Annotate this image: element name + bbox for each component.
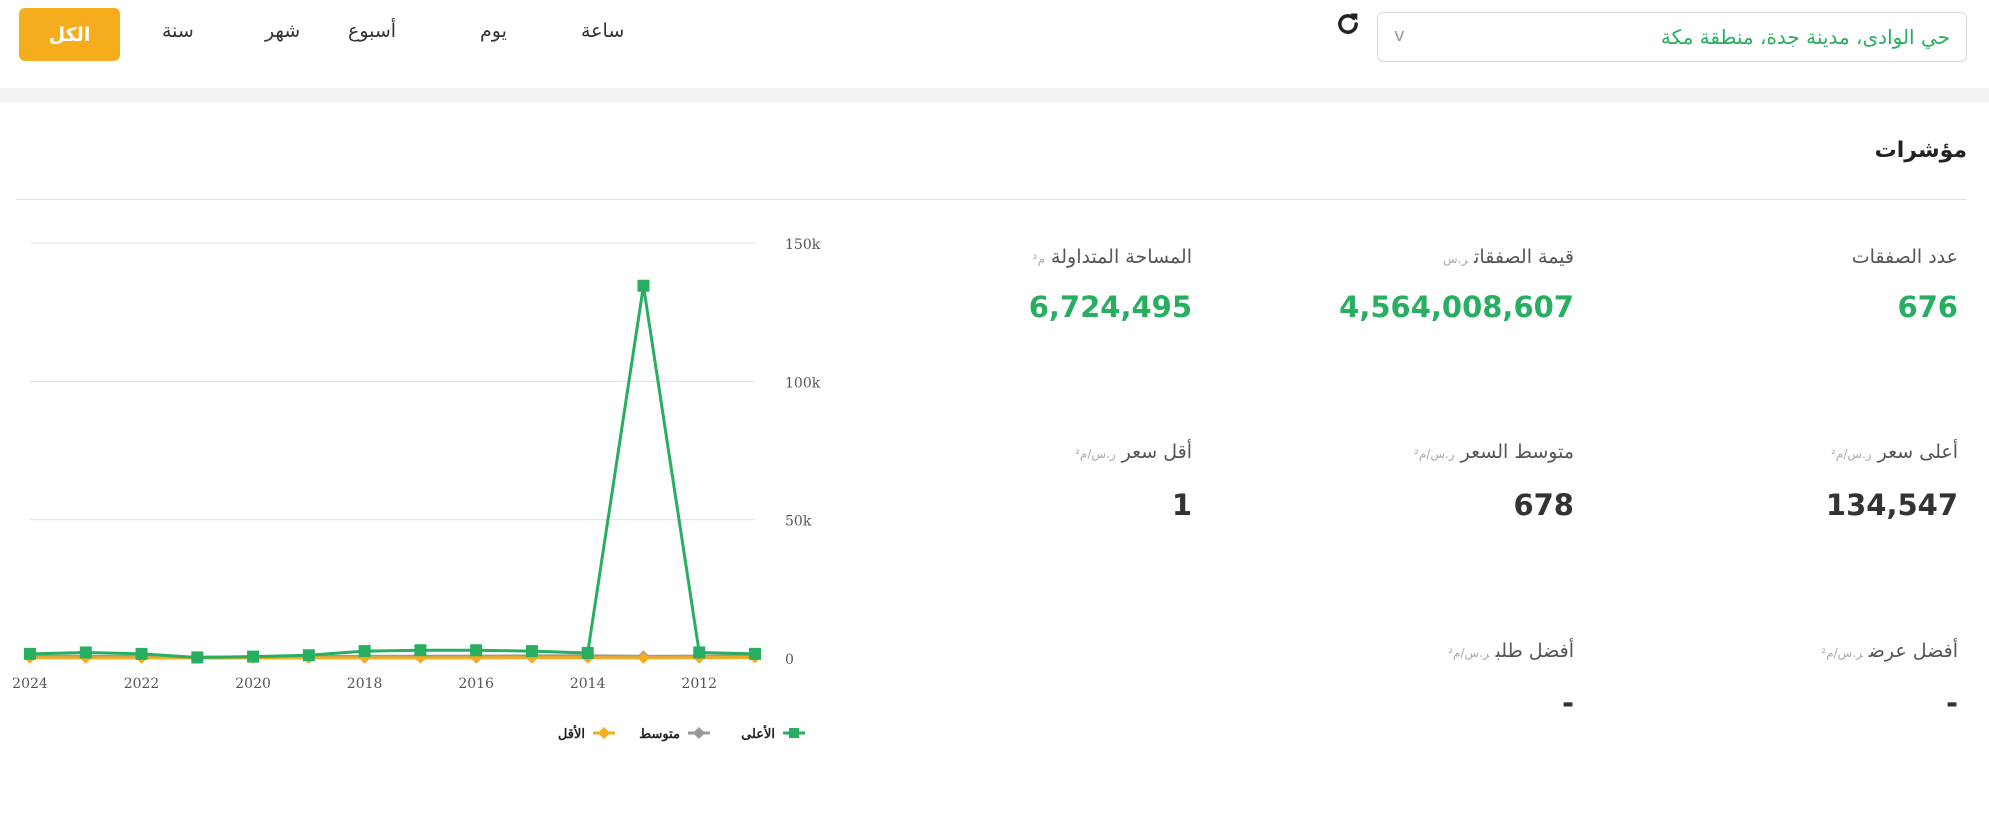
x-tick-label: 2016 [458, 676, 494, 692]
y-tick-label: 0 [785, 652, 794, 668]
location-select[interactable]: v حي الوادى، مدينة جدة، منطقة مكة [1377, 12, 1967, 62]
lowest-price-label: أقل سعرر.س/م² [1075, 441, 1192, 463]
highest-price-value: 134,547 [1825, 488, 1958, 522]
tab-day[interactable]: يوم [480, 20, 507, 42]
traded-area-value: 6,724,495 [1028, 290, 1192, 324]
data-point [414, 644, 427, 657]
best-offer-label: أفضل عرضر.س/م² [1821, 640, 1958, 662]
divider [16, 199, 1967, 200]
best-offer-value: - [1945, 686, 1958, 720]
data-point [191, 651, 204, 664]
deals-count-label: عدد الصفقات [1851, 246, 1958, 268]
data-point [358, 645, 371, 658]
avg-price-label: متوسط السعرر.س/م² [1414, 441, 1574, 463]
data-point [24, 647, 36, 660]
chevron-down-icon: v [1394, 25, 1405, 46]
location-value: حي الوادى، مدينة جدة، منطقة مكة [1660, 25, 1950, 49]
lowest-price-value: 1 [1171, 488, 1192, 522]
y-tick-label: 100k [785, 375, 821, 391]
legend-marker [693, 727, 705, 739]
y-tick-label: 50k [785, 514, 812, 530]
price-line-chart: 0 50k 100k 150k 2012 2014 2016 2018 2020 2022 2024… [12, 237, 821, 742]
data-point [637, 651, 650, 664]
x-tick-label: 2012 [681, 676, 717, 692]
refresh-icon[interactable] [1334, 10, 1362, 38]
traded-area-label: المساحة المتداولةم² [1032, 246, 1192, 268]
indicators-title: مؤشرات [1874, 138, 1967, 163]
highest-price-label: أعلى سعرر.س/م² [1831, 441, 1958, 463]
deals-value-label: قيمة الصفقاتر.س [1443, 246, 1574, 268]
legend-marker [789, 728, 799, 738]
data-point [637, 279, 650, 292]
deals-count-value: 676 [1897, 290, 1958, 324]
data-point [79, 646, 92, 659]
series-line [29, 285, 756, 659]
legend-label: الأقل [558, 725, 585, 742]
tab-month[interactable]: شهر [265, 20, 300, 42]
y-tick-label: 150k [785, 237, 821, 253]
x-tick-label: 2022 [124, 676, 160, 692]
data-point [581, 647, 594, 660]
x-tick-label: 2018 [347, 676, 383, 692]
tab-week[interactable]: أسبوع [348, 20, 396, 42]
best-bid-label: أفضل طلبر.س/م² [1448, 640, 1574, 662]
tab-hour[interactable]: ساعة [581, 20, 624, 42]
best-bid-value: - [1561, 686, 1574, 720]
x-tick-label: 2024 [12, 676, 48, 692]
tab-all[interactable]: الكل [19, 8, 120, 61]
legend-label: الأعلى [741, 725, 775, 742]
data-point [749, 647, 761, 660]
top-bar: الكل سنة شهر أسبوع يوم ساعة v حي الوادى،… [0, 0, 1989, 89]
legend-marker [598, 727, 610, 739]
data-point [470, 644, 483, 657]
data-point [135, 647, 148, 660]
avg-price-value: 678 [1513, 488, 1574, 522]
data-point [693, 646, 706, 659]
legend-label: متوسط [639, 727, 680, 742]
data-point [247, 650, 260, 663]
tab-year[interactable]: سنة [162, 20, 194, 42]
x-tick-label: 2014 [570, 676, 606, 692]
x-tick-label: 2020 [235, 676, 271, 692]
deals-value-value: 4,564,008,607 [1339, 290, 1574, 324]
header-separator [0, 88, 1989, 102]
data-point [302, 649, 315, 662]
data-point [525, 645, 538, 658]
